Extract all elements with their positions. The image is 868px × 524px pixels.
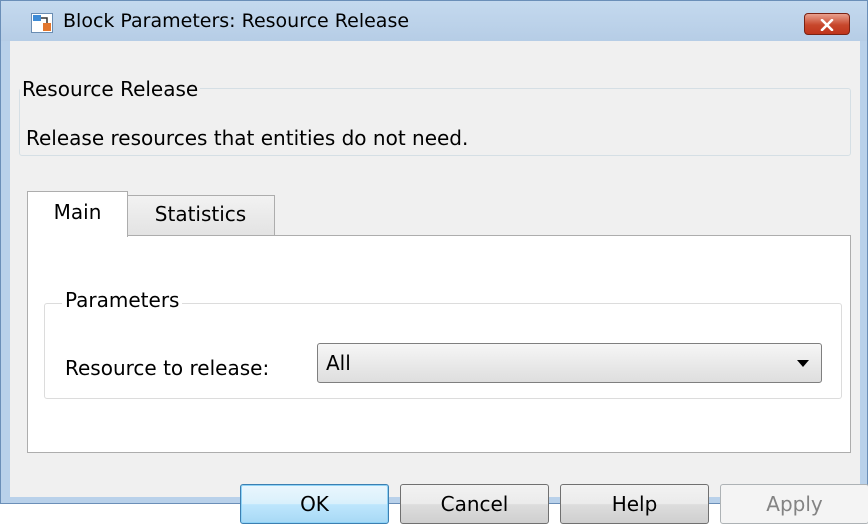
resource-to-release-value: All	[326, 351, 351, 375]
dialog-window: Block Parameters: Resource Release Resou…	[0, 0, 868, 524]
tab-main-label: Main	[53, 200, 102, 224]
window-title: Block Parameters: Resource Release	[63, 10, 410, 32]
chevron-down-icon	[797, 360, 809, 367]
parameters-group-label: Parameters	[62, 288, 183, 312]
simulink-block-icon	[31, 13, 53, 33]
description-group-label: Resource Release	[20, 77, 201, 101]
dialog-body: Resource Release Release resources that …	[10, 41, 868, 524]
tab-statistics[interactable]: Statistics	[127, 195, 275, 235]
close-button[interactable]	[804, 13, 850, 35]
tab-panel-main: Parameters Resource to release: All	[27, 235, 851, 453]
help-button[interactable]: Help	[560, 484, 709, 524]
apply-button[interactable]: Apply	[720, 484, 868, 524]
description-text: Release resources that entities do not n…	[26, 126, 469, 150]
title-bar[interactable]: Block Parameters: Resource Release	[1, 1, 867, 41]
ok-button[interactable]: OK	[240, 484, 389, 524]
tab-statistics-label: Statistics	[154, 202, 247, 226]
cancel-button[interactable]: Cancel	[400, 484, 549, 524]
tab-main[interactable]: Main	[27, 191, 128, 237]
resource-to-release-label: Resource to release:	[65, 356, 270, 380]
close-icon	[820, 12, 834, 36]
resource-to-release-select[interactable]: All	[317, 343, 822, 383]
